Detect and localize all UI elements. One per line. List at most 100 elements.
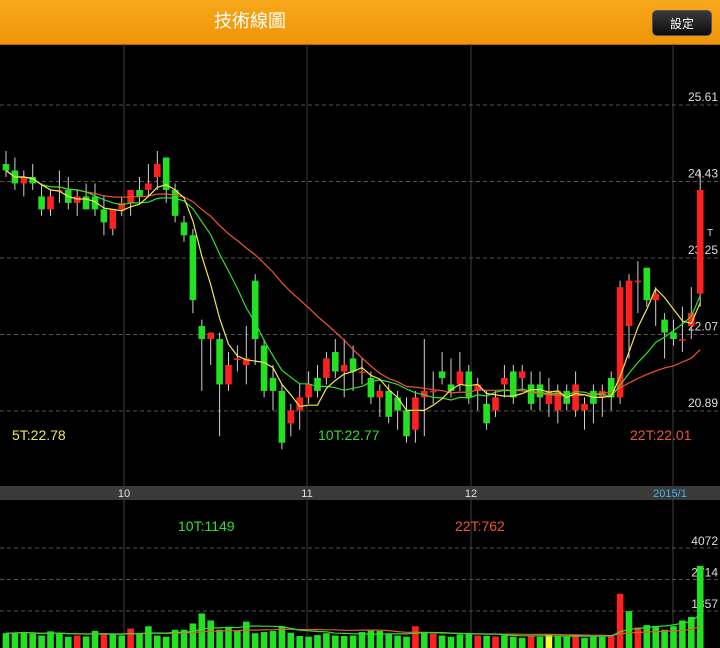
ma5-label: 5T:22.78 [12,427,66,443]
candle-body [198,326,206,340]
volume-bar [349,635,357,648]
volume-bar [670,626,677,648]
candle-body [136,189,143,197]
volume-ma10-label: 10T:1149 [178,518,235,534]
price-tick-label: 25.61 [688,90,718,104]
volume-bar [634,627,642,648]
candle-body [625,280,633,327]
candle-body [465,371,473,398]
candle-body [661,319,668,333]
candle-body [545,390,553,404]
volume-bar [599,636,606,648]
volume-bar [367,629,375,648]
candle-body [38,196,45,210]
candle-body [412,397,419,430]
ma22-label: 22T:22.01 [630,427,692,443]
date-axis-label: 11 [301,488,312,500]
candle-body [73,196,81,203]
volume-bar [269,630,277,648]
volume-bar [73,635,81,648]
technical-chart[interactable]: 25.6124.4323.2522.0720.89T5T:22.7810T:22… [0,0,720,648]
candle-body [349,358,357,372]
volume-bar [385,633,392,648]
candle-body [154,163,161,177]
volume-bar [251,633,259,648]
volume-bar [652,626,659,648]
volume-bar [189,623,197,648]
volume-ma10-line [5,613,701,637]
volume-bar [198,613,206,648]
volume-bar [314,635,321,648]
volume-bar [607,635,615,648]
volume-bar [679,620,686,648]
volume-bar [136,633,143,648]
candle-body [376,390,384,398]
date-axis-label: 2015/1 [653,488,687,500]
candle-body [189,235,197,301]
candle-body [358,371,366,373]
candle-body [670,332,677,340]
volume-bar [154,635,161,648]
volume-bar [661,629,668,648]
candle-body [216,339,223,385]
candle-body [109,209,117,229]
candle-body [269,377,277,391]
candle-body [572,384,579,411]
volume-bar [394,635,401,648]
price-tick-label: 20.89 [688,396,718,410]
volume-tick-label: 2714 [691,566,718,580]
volume-bar [20,632,28,648]
volume-bar [340,635,348,648]
volume-bar [332,635,339,648]
volume-bar [518,637,526,648]
volume-bar [216,629,223,648]
volume-bar [323,633,330,648]
candle-body [260,345,268,391]
volume-bar [643,625,651,648]
volume-bar [474,635,481,648]
candle-body [385,390,392,417]
volume-bar [510,636,517,648]
volume-bar [501,635,508,648]
candle-body [340,364,348,372]
volume-bar [47,631,54,648]
volume-bar [438,635,446,648]
price-tick-label: 24.43 [688,167,718,181]
date-axis-strip [0,486,720,500]
volume-bar [563,636,570,648]
volume-bar [305,636,312,648]
volume-bar [447,636,455,648]
candle-body [643,267,651,301]
candle-body [278,390,286,443]
candle-body [518,371,526,378]
volume-bar [287,632,295,648]
volume-bar [127,628,134,648]
volume-bar [118,635,125,648]
date-axis-label: 12 [465,488,477,500]
candle-body [501,377,508,385]
volume-bar [29,633,36,648]
volume-bar [456,634,464,648]
price-tick-label-extra: T [707,228,713,239]
volume-bar [554,635,562,648]
volume-bar [2,633,10,648]
volume-bar [536,636,544,648]
volume-bar [581,637,588,648]
volume-bar [429,633,437,648]
candle-body [394,397,401,411]
candle-body [305,384,312,398]
candle-body [251,280,259,340]
volume-tick-label: 4072 [691,534,718,548]
candle-body [332,352,339,372]
candle-body [634,280,642,283]
candle-body [145,183,152,190]
volume-bar [260,632,268,648]
candle-body [483,403,490,424]
volume-tick-label: 1357 [691,597,718,611]
candle-body [287,410,295,424]
volume-bar [65,636,72,648]
volume-bar [527,635,535,648]
candle-body [180,222,188,236]
candle-body [47,196,54,210]
candle-body [234,358,241,360]
